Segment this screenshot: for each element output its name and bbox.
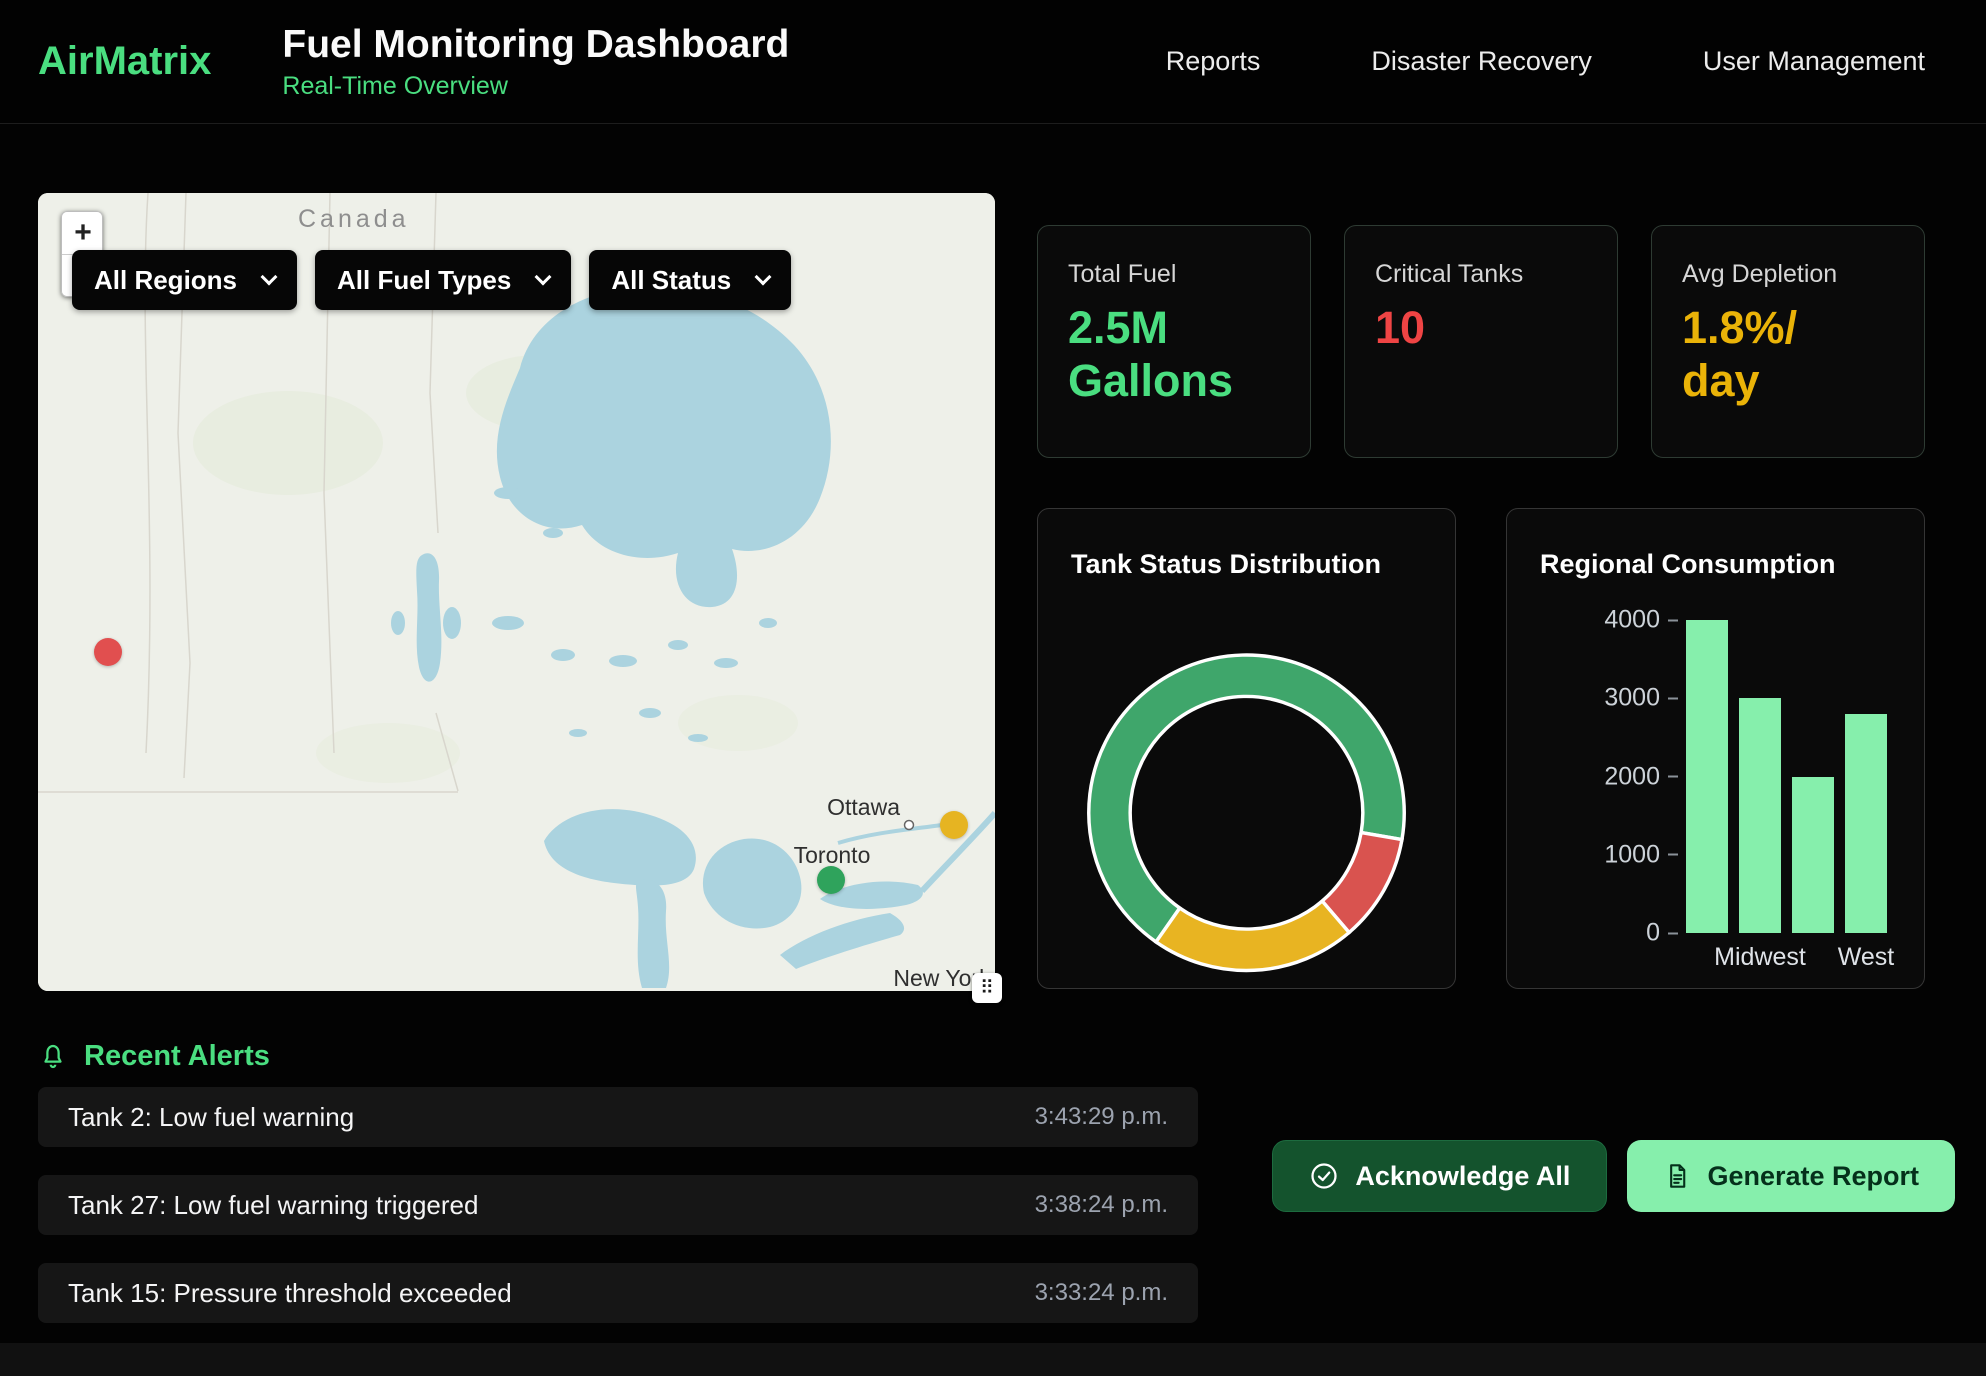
drag-handle-icon[interactable]: ⠿ [972,973,1002,1003]
x-axis-label: West [1845,943,1887,972]
alert-message: Tank 2: Low fuel warning [68,1102,354,1133]
map-panel: Canada Ottawa Toronto New York + − All R… [38,193,995,991]
alerts-section: Recent Alerts Tank 2: Low fuel warning 3… [0,1039,1986,1323]
stat-value: 1.8%/ day [1682,301,1894,407]
alert-timestamp: 3:38:24 p.m. [1035,1191,1168,1219]
chevron-down-icon [755,268,772,285]
alert-list: Tank 2: Low fuel warning 3:43:29 p.m. Ta… [38,1087,1198,1323]
nav-reports[interactable]: Reports [1166,46,1261,77]
fuel-type-filter-value: All Fuel Types [337,265,511,296]
y-axis-tick: 4000 [1604,606,1678,635]
alert-timestamp: 3:43:29 p.m. [1035,1103,1168,1131]
stat-value: 2.5M Gallons [1068,301,1280,407]
tank-status-donut-chart [1038,605,1455,985]
stats-row: Total Fuel 2.5M Gallons Critical Tanks 1… [1037,225,1925,458]
main-nav: Reports Disaster Recovery User Managemen… [1166,46,1925,77]
stat-label: Avg Depletion [1682,260,1894,289]
x-axis-label: Midwest [1739,943,1781,972]
region-filter-value: All Regions [94,265,237,296]
acknowledge-all-button[interactable]: Acknowledge All [1272,1140,1607,1212]
map-filter-bar: All Regions All Fuel Types All Status [72,250,791,310]
page-subtitle: Real-Time Overview [282,72,789,101]
acknowledge-all-label: Acknowledge All [1355,1161,1570,1192]
chart-title: Tank Status Distribution [1071,549,1422,580]
generate-report-label: Generate Report [1707,1161,1919,1192]
brand-logo[interactable]: AirMatrix [38,39,211,84]
alert-row[interactable]: Tank 27: Low fuel warning triggered 3:38… [38,1175,1198,1235]
regional-consumption-card: Regional Consumption 0 1000 2000 3000 4000 M… [1506,508,1925,989]
stat-value: 10 [1375,301,1587,354]
stat-card-total-fuel: Total Fuel 2.5M Gallons [1037,225,1311,458]
bar-chart-bars [1686,620,1887,933]
status-filter-dropdown[interactable]: All Status [589,250,791,310]
donut-segment-warning [1156,901,1349,970]
region-filter-dropdown[interactable]: All Regions [72,250,297,310]
bar-Midwest [1739,698,1781,933]
document-icon [1663,1162,1691,1190]
title-block: Fuel Monitoring Dashboard Real-Time Over… [282,23,789,101]
regional-consumption-bar-chart: 01000200030004000 MidwestWest [1540,620,1891,972]
alert-row[interactable]: Tank 15: Pressure threshold exceeded 3:3… [38,1263,1198,1323]
y-axis-tick: 3000 [1604,684,1678,713]
alert-row[interactable]: Tank 2: Low fuel warning 3:43:29 p.m. [38,1087,1198,1147]
right-column: Total Fuel 2.5M Gallons Critical Tanks 1… [1037,193,1925,989]
generate-report-button[interactable]: Generate Report [1627,1140,1955,1212]
bar-West [1845,714,1887,933]
bell-icon [38,1041,68,1071]
dashboard-page: AirMatrix Fuel Monitoring Dashboard Real… [0,0,1986,1376]
y-axis-tick: 0 [1646,919,1678,948]
nav-disaster-recovery[interactable]: Disaster Recovery [1371,46,1592,77]
fuel-type-filter-dropdown[interactable]: All Fuel Types [315,250,571,310]
y-axis-tick: 1000 [1604,840,1678,869]
page-title: Fuel Monitoring Dashboard [282,23,789,67]
map-canvas[interactable]: Canada Ottawa Toronto New York + − All R… [38,193,995,991]
alert-message: Tank 27: Low fuel warning triggered [68,1190,478,1221]
tank-marker-warning[interactable] [940,811,968,839]
status-filter-value: All Status [611,265,731,296]
header: AirMatrix Fuel Monitoring Dashboard Real… [0,0,1986,124]
footer-bar [0,1343,1986,1376]
stat-label: Critical Tanks [1375,260,1587,289]
chart-title: Regional Consumption [1540,549,1891,580]
x-axis-label [1792,943,1834,972]
main-content: Canada Ottawa Toronto New York + − All R… [0,124,1986,991]
y-axis-tick: 2000 [1604,762,1678,791]
bar-0 [1686,620,1728,933]
stat-card-critical-tanks: Critical Tanks 10 [1344,225,1618,458]
chevron-down-icon [261,268,278,285]
tank-status-distribution-card: Tank Status Distribution [1037,508,1456,989]
alert-message: Tank 15: Pressure threshold exceeded [68,1278,512,1309]
bar-2 [1792,777,1834,934]
map-marker-layer [38,193,995,991]
bar-chart-x-labels: Midwest West [1686,943,1887,972]
alerts-heading: Recent Alerts [38,1039,1948,1073]
stat-label: Total Fuel [1068,260,1280,289]
check-circle-icon [1309,1161,1339,1191]
tank-marker-normal[interactable] [817,866,845,894]
stat-card-avg-depletion: Avg Depletion 1.8%/ day [1651,225,1925,458]
nav-user-management[interactable]: User Management [1703,46,1925,77]
alerts-title: Recent Alerts [84,1040,270,1073]
bar-chart-y-axis: 01000200030004000 [1540,620,1678,933]
alert-timestamp: 3:33:24 p.m. [1035,1279,1168,1307]
charts-row: Tank Status Distribution Regional Consum… [1037,508,1925,989]
chevron-down-icon [535,268,552,285]
alert-actions: Acknowledge All Generate Report [1272,1140,1955,1212]
tank-marker-critical[interactable] [94,638,122,666]
